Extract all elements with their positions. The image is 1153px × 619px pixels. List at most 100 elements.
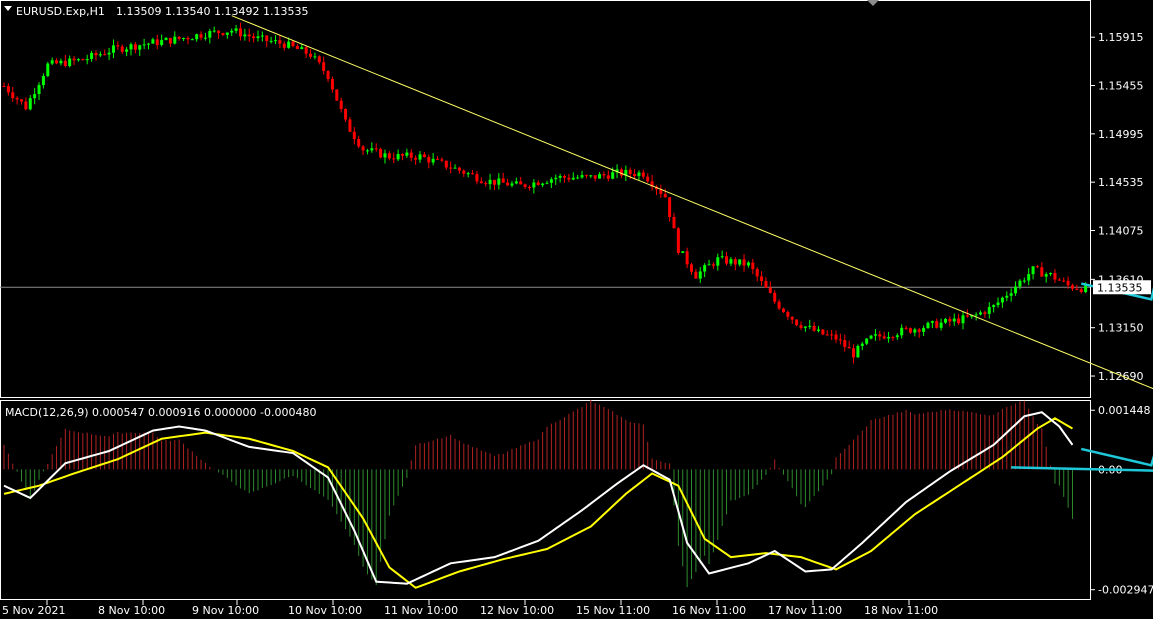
candle-body	[265, 35, 269, 42]
candle-body	[633, 173, 637, 177]
candle-body	[830, 334, 834, 336]
time-tick-label: 17 Nov 11:00	[768, 604, 842, 617]
candle-body	[917, 329, 921, 332]
candle-body	[720, 256, 724, 258]
candle-body	[768, 287, 772, 293]
candle-body	[116, 45, 120, 47]
time-tick-label: 12 Nov 10:00	[480, 604, 554, 617]
candle-body	[760, 276, 764, 281]
candle-body	[295, 46, 299, 50]
candle-body	[532, 182, 536, 188]
candle-body	[317, 56, 321, 63]
candle-body	[243, 34, 247, 37]
candle-body	[50, 60, 54, 64]
candle-body	[409, 152, 413, 158]
candle-body	[120, 46, 124, 52]
candle-body	[234, 28, 238, 31]
candle-body	[418, 154, 422, 160]
candle-body	[405, 152, 409, 156]
candle-body	[471, 173, 475, 175]
candle-body	[125, 49, 129, 52]
candle-body	[541, 183, 545, 186]
candle-body	[733, 259, 737, 265]
candle-body	[563, 176, 567, 178]
candle-body	[182, 37, 186, 39]
candle-body	[247, 34, 251, 37]
candle-body	[852, 348, 856, 358]
candle-body	[825, 334, 829, 336]
candle-body	[252, 36, 256, 39]
candle-body	[55, 60, 59, 64]
candle-body	[475, 174, 479, 182]
candle-body	[690, 264, 694, 272]
candle-body	[860, 343, 864, 346]
candle-body	[904, 327, 908, 329]
candle-body	[716, 257, 720, 266]
candle-body	[930, 321, 934, 323]
candle-body	[777, 301, 781, 309]
candle-body	[370, 148, 374, 151]
candle-body	[1000, 297, 1004, 303]
candle-body	[111, 45, 115, 53]
candle-body	[606, 175, 610, 179]
macd-header: MACD(12,26,9) 0.000547 0.000916 0.000000…	[5, 406, 316, 419]
candle-body	[238, 28, 242, 37]
time-tick-label: 8 Nov 10:00	[98, 604, 165, 617]
candle-body	[974, 314, 978, 316]
candle-body	[681, 251, 685, 253]
candle-body	[466, 173, 470, 175]
candle-body	[1079, 289, 1083, 293]
candle-body	[939, 322, 943, 328]
candle-body	[357, 139, 361, 147]
candle-body	[1022, 280, 1026, 282]
candle-body	[260, 35, 264, 37]
candle-body	[1009, 293, 1013, 296]
candle-body	[365, 150, 369, 152]
candle-body	[558, 176, 562, 178]
candle-body	[948, 318, 952, 322]
candle-body	[510, 183, 514, 186]
candle-body	[322, 62, 326, 71]
candle-body	[330, 79, 334, 90]
candle-body	[129, 44, 133, 50]
candle-body	[1075, 288, 1079, 290]
candle-body	[738, 259, 742, 265]
candle-body	[1049, 273, 1053, 275]
candle-body	[567, 177, 571, 180]
candle-body	[992, 305, 996, 308]
candle-body	[764, 280, 768, 288]
candle-body	[869, 335, 873, 339]
candle-body	[291, 41, 295, 47]
candle-body	[208, 30, 212, 38]
candle-body	[891, 337, 895, 339]
candle-body	[887, 337, 891, 339]
candle-body	[900, 327, 904, 336]
candle-body	[812, 325, 816, 331]
candle-body	[190, 39, 194, 41]
candle-body	[1005, 295, 1009, 298]
candle-body	[155, 39, 159, 45]
candle-body	[103, 54, 107, 56]
candle-body	[300, 47, 304, 50]
candle-body	[326, 70, 330, 80]
candle-body	[773, 292, 777, 302]
candle-body	[1070, 285, 1074, 289]
candle-body	[808, 325, 812, 327]
candle-body	[602, 174, 606, 176]
candle-body	[453, 167, 457, 169]
candle-body	[256, 36, 260, 39]
candle-body	[497, 178, 501, 185]
candle-body	[160, 40, 164, 45]
candle-body	[76, 59, 80, 61]
chart-root: 1.159151.154551.149951.145351.140751.136…	[0, 0, 1153, 619]
candle-body	[694, 271, 698, 279]
candle-body	[168, 37, 172, 44]
candle-body	[98, 54, 102, 56]
candle-body	[803, 326, 807, 328]
candle-body	[668, 197, 672, 217]
candle-body	[348, 119, 352, 132]
candle-body	[817, 329, 820, 331]
candle-body	[278, 40, 282, 44]
candle-body	[979, 312, 983, 315]
candle-body	[698, 271, 702, 279]
